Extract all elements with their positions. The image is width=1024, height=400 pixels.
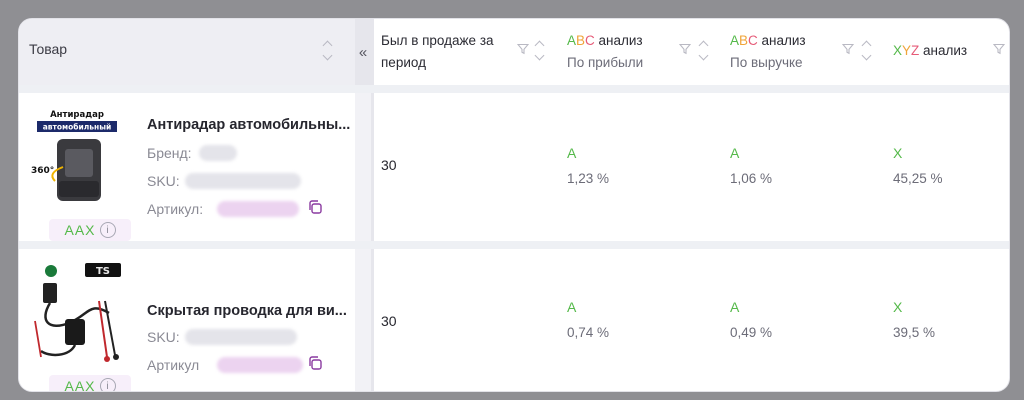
table-row[interactable]: Антирадар автомобильный 360° AAX i Антир… [19, 93, 355, 241]
header-product[interactable]: Товар [19, 19, 355, 86]
abc-profit-pct: 0,74 % [567, 325, 610, 340]
sold-days-value: 30 [381, 313, 397, 329]
abc-revenue-pct: 0,49 % [730, 325, 773, 340]
filter-icon[interactable] [993, 43, 1005, 55]
abc-analysis-table: Товар « Был в продаже за период ABC анал… [18, 18, 1010, 392]
column-divider [371, 19, 374, 391]
copy-icon[interactable] [307, 199, 323, 215]
filter-icon[interactable] [679, 43, 691, 55]
row-separator [19, 85, 1009, 93]
sort-icon[interactable] [322, 39, 333, 65]
abc-profit-pct: 1,23 % [567, 171, 610, 186]
product-thumbnail[interactable]: Антирадар автомобильный 360° [29, 107, 125, 219]
sku-value-redacted [185, 329, 297, 345]
copy-icon[interactable] [307, 355, 323, 371]
filter-icon[interactable] [842, 43, 854, 55]
article-value-redacted[interactable] [217, 201, 299, 217]
header-abc-revenue[interactable]: ABC анализ По выручке [730, 19, 880, 85]
abc-badge-label: AAX [64, 378, 96, 392]
sort-icon[interactable] [534, 39, 545, 65]
collapse-columns-button[interactable]: « [355, 19, 371, 85]
sort-icon[interactable] [698, 39, 709, 65]
brand-label: Бренд: [147, 145, 192, 161]
header-sold-line2: период [381, 55, 426, 70]
abc-profit-grade: A [567, 145, 577, 161]
abc-profit-grade: A [567, 299, 577, 315]
header-abc-revenue-title: ABC анализ [730, 33, 806, 48]
header-xyz[interactable]: XYZ анализ [893, 19, 1009, 85]
sort-icon[interactable] [861, 39, 872, 65]
product-name[interactable]: Скрытая проводка для ви... [147, 303, 347, 319]
abc-badge-label: AAX [64, 222, 96, 238]
xyz-grade: X [893, 299, 903, 315]
xyz-pct: 39,5 % [893, 325, 936, 340]
sku-label: SKU: [147, 329, 180, 345]
article-label: Артикул [147, 357, 200, 373]
xyz-grade: X [893, 145, 903, 161]
header-product-label: Товар [29, 41, 68, 57]
row-separator [19, 241, 1009, 249]
brand-value-redacted [199, 145, 237, 161]
article-value-redacted[interactable] [217, 357, 303, 373]
product-thumbnail[interactable]: TS [29, 261, 125, 373]
svg-text:Антирадар: Антирадар [50, 110, 104, 120]
sold-days-value: 30 [381, 157, 397, 173]
svg-text:TS: TS [96, 266, 110, 277]
svg-text:автомобильный: автомобильный [43, 123, 112, 132]
header-abc-profit[interactable]: ABC анализ По прибыли [567, 19, 717, 85]
header-abc-profit-subtitle: По прибыли [567, 55, 644, 70]
xyz-pct: 45,25 % [893, 171, 943, 186]
abc-badge[interactable]: AAX i [49, 375, 131, 392]
header-abc-revenue-subtitle: По выручке [730, 55, 803, 70]
abc-revenue-grade: A [730, 299, 740, 315]
header-abc-profit-title: ABC анализ [567, 33, 643, 48]
svg-text:360°: 360° [31, 166, 54, 176]
header-sold-line1: Был в продаже за [381, 33, 494, 48]
product-name[interactable]: Антирадар автомобильны... [147, 117, 350, 133]
abc-revenue-grade: A [730, 145, 740, 161]
header-sold-period[interactable]: Был в продаже за период [381, 19, 551, 85]
abc-badge[interactable]: AAX i [49, 219, 131, 241]
sku-label: SKU: [147, 173, 180, 189]
info-icon[interactable]: i [99, 378, 116, 391]
abc-revenue-pct: 1,06 % [730, 171, 773, 186]
filter-icon[interactable] [517, 43, 529, 55]
info-icon[interactable]: i [99, 222, 116, 238]
sku-value-redacted [185, 173, 301, 189]
table-row[interactable]: TS AAX i Скрытая проводка для ви... SKU:… [19, 249, 355, 392]
header-xyz-title: XYZ анализ [893, 43, 968, 58]
article-label: Артикул: [147, 201, 204, 217]
